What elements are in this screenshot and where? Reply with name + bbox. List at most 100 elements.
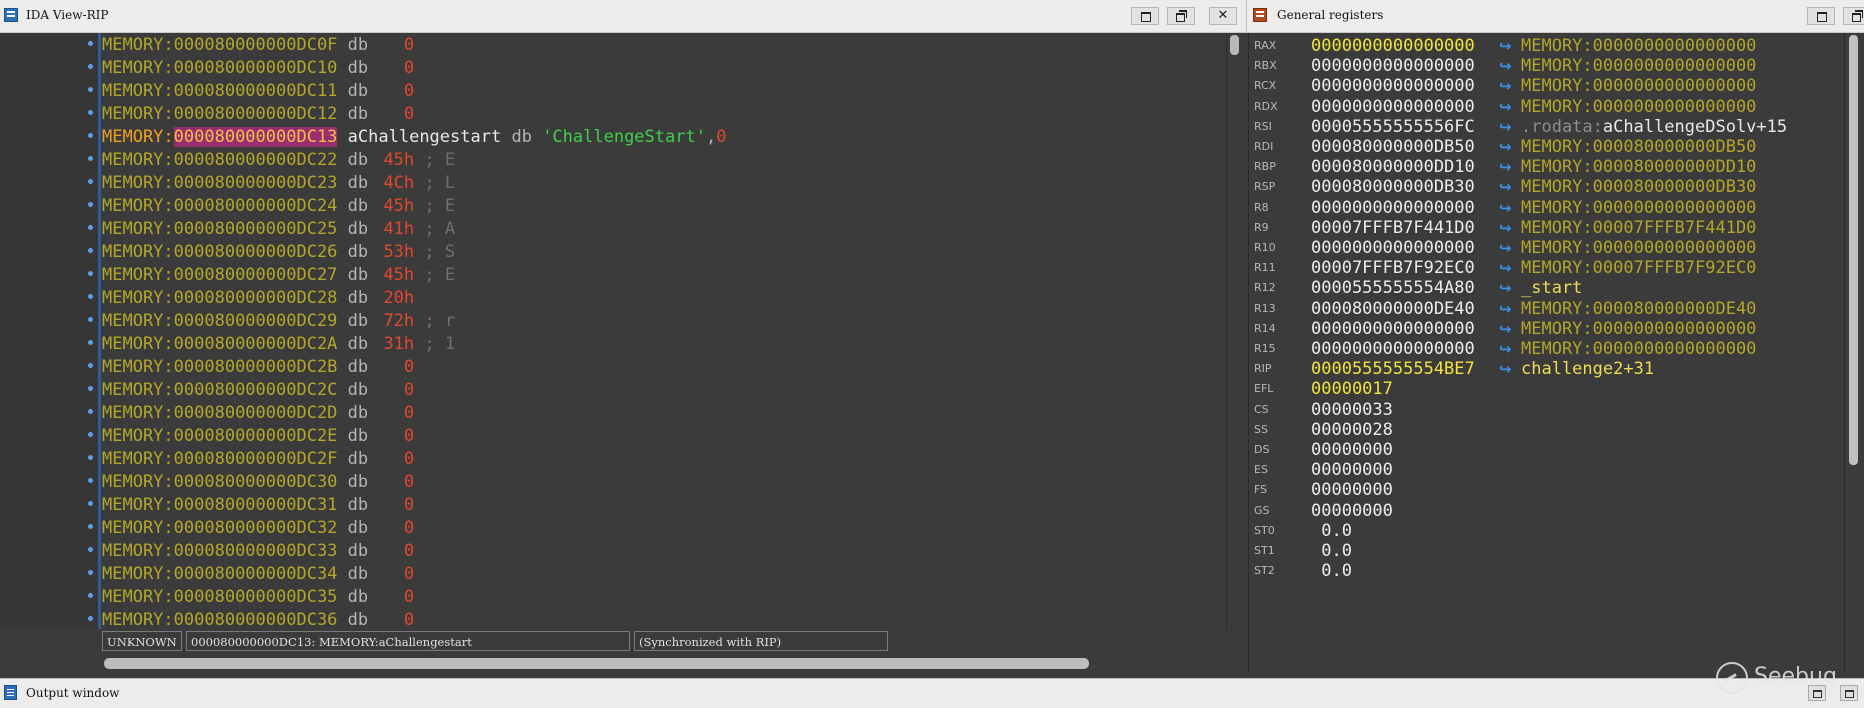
listing-row[interactable]: MEMORY:000080000000DC25 db 41h ; A (0, 218, 1226, 241)
output-window-bar[interactable]: Output window (0, 678, 1864, 708)
listing-row[interactable]: MEMORY:000080000000DC12 db 0 (0, 103, 1226, 126)
address[interactable]: 000080000000DC23 (174, 173, 338, 193)
registers-titlebar[interactable]: General registers (1246, 0, 1864, 33)
ida-view-float-button[interactable] (1131, 7, 1159, 25)
ida-view-close-button[interactable]: ✕ (1209, 7, 1237, 25)
address[interactable]: 000080000000DC2B (174, 357, 338, 377)
listing-horizontal-scrollbar[interactable] (0, 654, 1242, 672)
address[interactable]: 000080000000DC2E (174, 426, 338, 446)
listing-row[interactable]: MEMORY:000080000000DC31 db 0 (0, 494, 1226, 517)
address[interactable]: 000080000000DC35 (174, 587, 338, 607)
registers-vertical-scrollbar[interactable] (1844, 33, 1863, 673)
listing-row[interactable]: MEMORY:000080000000DC2C db 0 (0, 379, 1226, 402)
listing-row[interactable]: MEMORY:000080000000DC33 db 0 (0, 540, 1226, 563)
registers-vertical-scroll-thumb[interactable] (1849, 35, 1858, 465)
pointer-arrow-icon: ↪ (1499, 37, 1512, 55)
listing-line: MEMORY:000080000000DC35 db 0 (102, 586, 414, 609)
target-segment: MEMORY: (1521, 36, 1593, 56)
listing-vertical-scroll-thumb[interactable] (1230, 35, 1239, 55)
listing-row[interactable]: MEMORY:000080000000DC2F db 0 (0, 448, 1226, 471)
listing-row[interactable]: MEMORY:000080000000DC28 db 20h (0, 287, 1226, 310)
target-segment: MEMORY: (1521, 96, 1593, 117)
address[interactable]: 000080000000DC29 (174, 311, 338, 331)
byte-value: 0 (403, 541, 415, 561)
address[interactable]: 000080000000DC25 (174, 219, 338, 239)
listing-line: MEMORY:000080000000DC2C db 0 (102, 379, 414, 402)
address[interactable]: 000080000000DC2F (174, 449, 338, 469)
address[interactable]: 000080000000DC36 (174, 610, 338, 629)
register-name: ST2 (1254, 564, 1275, 578)
listing-line: MEMORY:000080000000DC2A db 31h ; 1 (102, 333, 455, 356)
listing-row[interactable]: MEMORY:000080000000DC11 db 0 (0, 80, 1226, 103)
address[interactable]: 000080000000DC26 (174, 242, 338, 262)
address[interactable]: 000080000000DC34 (174, 564, 338, 584)
address[interactable]: 000080000000DC0F (174, 35, 338, 55)
register-value[interactable]: 0.0 (1311, 559, 1352, 583)
register-row[interactable]: ST2 0.0 (1249, 559, 1845, 583)
listing-row[interactable]: MEMORY:000080000000DC32 db 0 (0, 517, 1226, 540)
listing-line: MEMORY:000080000000DC32 db 0 (102, 517, 414, 540)
directive: db (347, 495, 369, 515)
listing-row[interactable]: MEMORY:000080000000DC29 db 72h ; r (0, 310, 1226, 333)
listing-row[interactable]: MEMORY:000080000000DC26 db 53h ; S (0, 241, 1226, 264)
address[interactable]: 000080000000DC13 (173, 127, 338, 147)
listing-row[interactable]: MEMORY:000080000000DC24 db 45h ; E (0, 195, 1226, 218)
address[interactable]: 000080000000DC28 (174, 288, 338, 308)
address[interactable]: 000080000000DC24 (174, 196, 338, 216)
listing-horizontal-scroll-thumb[interactable] (104, 658, 1089, 669)
listing-row[interactable]: MEMORY:000080000000DC34 db 0 (0, 563, 1226, 586)
listing-row[interactable]: MEMORY:000080000000DC2B db 0 (0, 356, 1226, 379)
ida-view-titlebar[interactable]: IDA View-RIP ✕ (0, 0, 1246, 33)
status-location: 000080000000DC13: MEMORY:aChallengestart (186, 631, 630, 651)
listing-row[interactable]: MEMORY:000080000000DC23 db 4Ch ; L (0, 172, 1226, 195)
segment-prefix: MEMORY: (102, 426, 174, 446)
data-label[interactable]: aChallengestart (348, 127, 502, 147)
pointer-arrow-icon: ↪ (1499, 299, 1512, 318)
disassembly-listing[interactable]: MEMORY:000080000000DC0F db 0 MEMORY:000080… (0, 33, 1226, 629)
listing-row[interactable]: MEMORY:000080000000DC27 db 45h ; E (0, 264, 1226, 287)
address[interactable]: 000080000000DC27 (174, 265, 338, 285)
address[interactable]: 000080000000DC12 (174, 104, 338, 124)
address[interactable]: 000080000000DC32 (174, 518, 338, 538)
ida-view-maximize-button[interactable] (1167, 7, 1195, 25)
listing-row[interactable]: MEMORY:000080000000DC10 db 0 (0, 57, 1226, 80)
listing-row[interactable]: MEMORY:000080000000DC30 db 0 (0, 471, 1226, 494)
comment: ; S (424, 242, 456, 262)
address[interactable]: 000080000000DC2D (174, 403, 338, 423)
address[interactable]: 000080000000DC33 (174, 541, 338, 561)
address[interactable]: 000080000000DC2C (174, 380, 338, 400)
address[interactable]: 000080000000DC22 (174, 150, 338, 170)
byte-value: 0 (403, 495, 415, 515)
address[interactable]: 000080000000DC2A (174, 334, 338, 354)
listing-line: MEMORY:000080000000DC24 db 45h ; E (102, 195, 455, 218)
registers-float-button[interactable] (1807, 7, 1835, 25)
target-segment: MEMORY: (1521, 298, 1593, 319)
pointer-arrow-icon: ↪ (1499, 279, 1512, 298)
byte-value: 0 (403, 403, 415, 423)
address[interactable]: 000080000000DC10 (174, 58, 338, 78)
listing-row[interactable]: MEMORY:000080000000DC36 db 0 (0, 609, 1226, 629)
address[interactable]: 000080000000DC30 (174, 472, 338, 492)
string-literal: 'ChallengeStart' (542, 127, 706, 147)
listing-row[interactable]: MEMORY:000080000000DC2D db 0 (0, 402, 1226, 425)
segment-prefix: MEMORY: (102, 81, 174, 101)
byte-value: 0 (403, 81, 415, 101)
listing-row[interactable]: MEMORY:000080000000DC35 db 0 (0, 586, 1226, 609)
row-marker-dot (88, 317, 93, 322)
registers-maximize-button[interactable] (1843, 7, 1864, 25)
listing-row[interactable]: MEMORY:000080000000DC13 aChallengestart … (0, 126, 1226, 149)
pointer-arrow-icon: ↪ (1499, 138, 1512, 156)
listing-vertical-scrollbar[interactable] (1226, 33, 1243, 629)
target-address: 000080000000DB50 (1592, 137, 1757, 157)
directive: db (347, 196, 369, 216)
segment-prefix: MEMORY: (102, 196, 174, 216)
address[interactable]: 000080000000DC11 (174, 81, 338, 101)
listing-row[interactable]: MEMORY:000080000000DC22 db 45h ; E (0, 149, 1226, 172)
listing-row[interactable]: MEMORY:000080000000DC2A db 31h ; 1 (0, 333, 1226, 356)
registers-panel[interactable]: RAX 0000000000000000 ↪ MEMORY:0000000000000… (1248, 33, 1845, 673)
listing-row[interactable]: MEMORY:000080000000DC2E db 0 (0, 425, 1226, 448)
address[interactable]: 000080000000DC31 (174, 495, 338, 515)
pointer-arrow-icon: ↪ (1499, 340, 1512, 358)
listing-row[interactable]: MEMORY:000080000000DC0F db 0 (0, 34, 1226, 57)
row-marker-dot (88, 386, 93, 391)
